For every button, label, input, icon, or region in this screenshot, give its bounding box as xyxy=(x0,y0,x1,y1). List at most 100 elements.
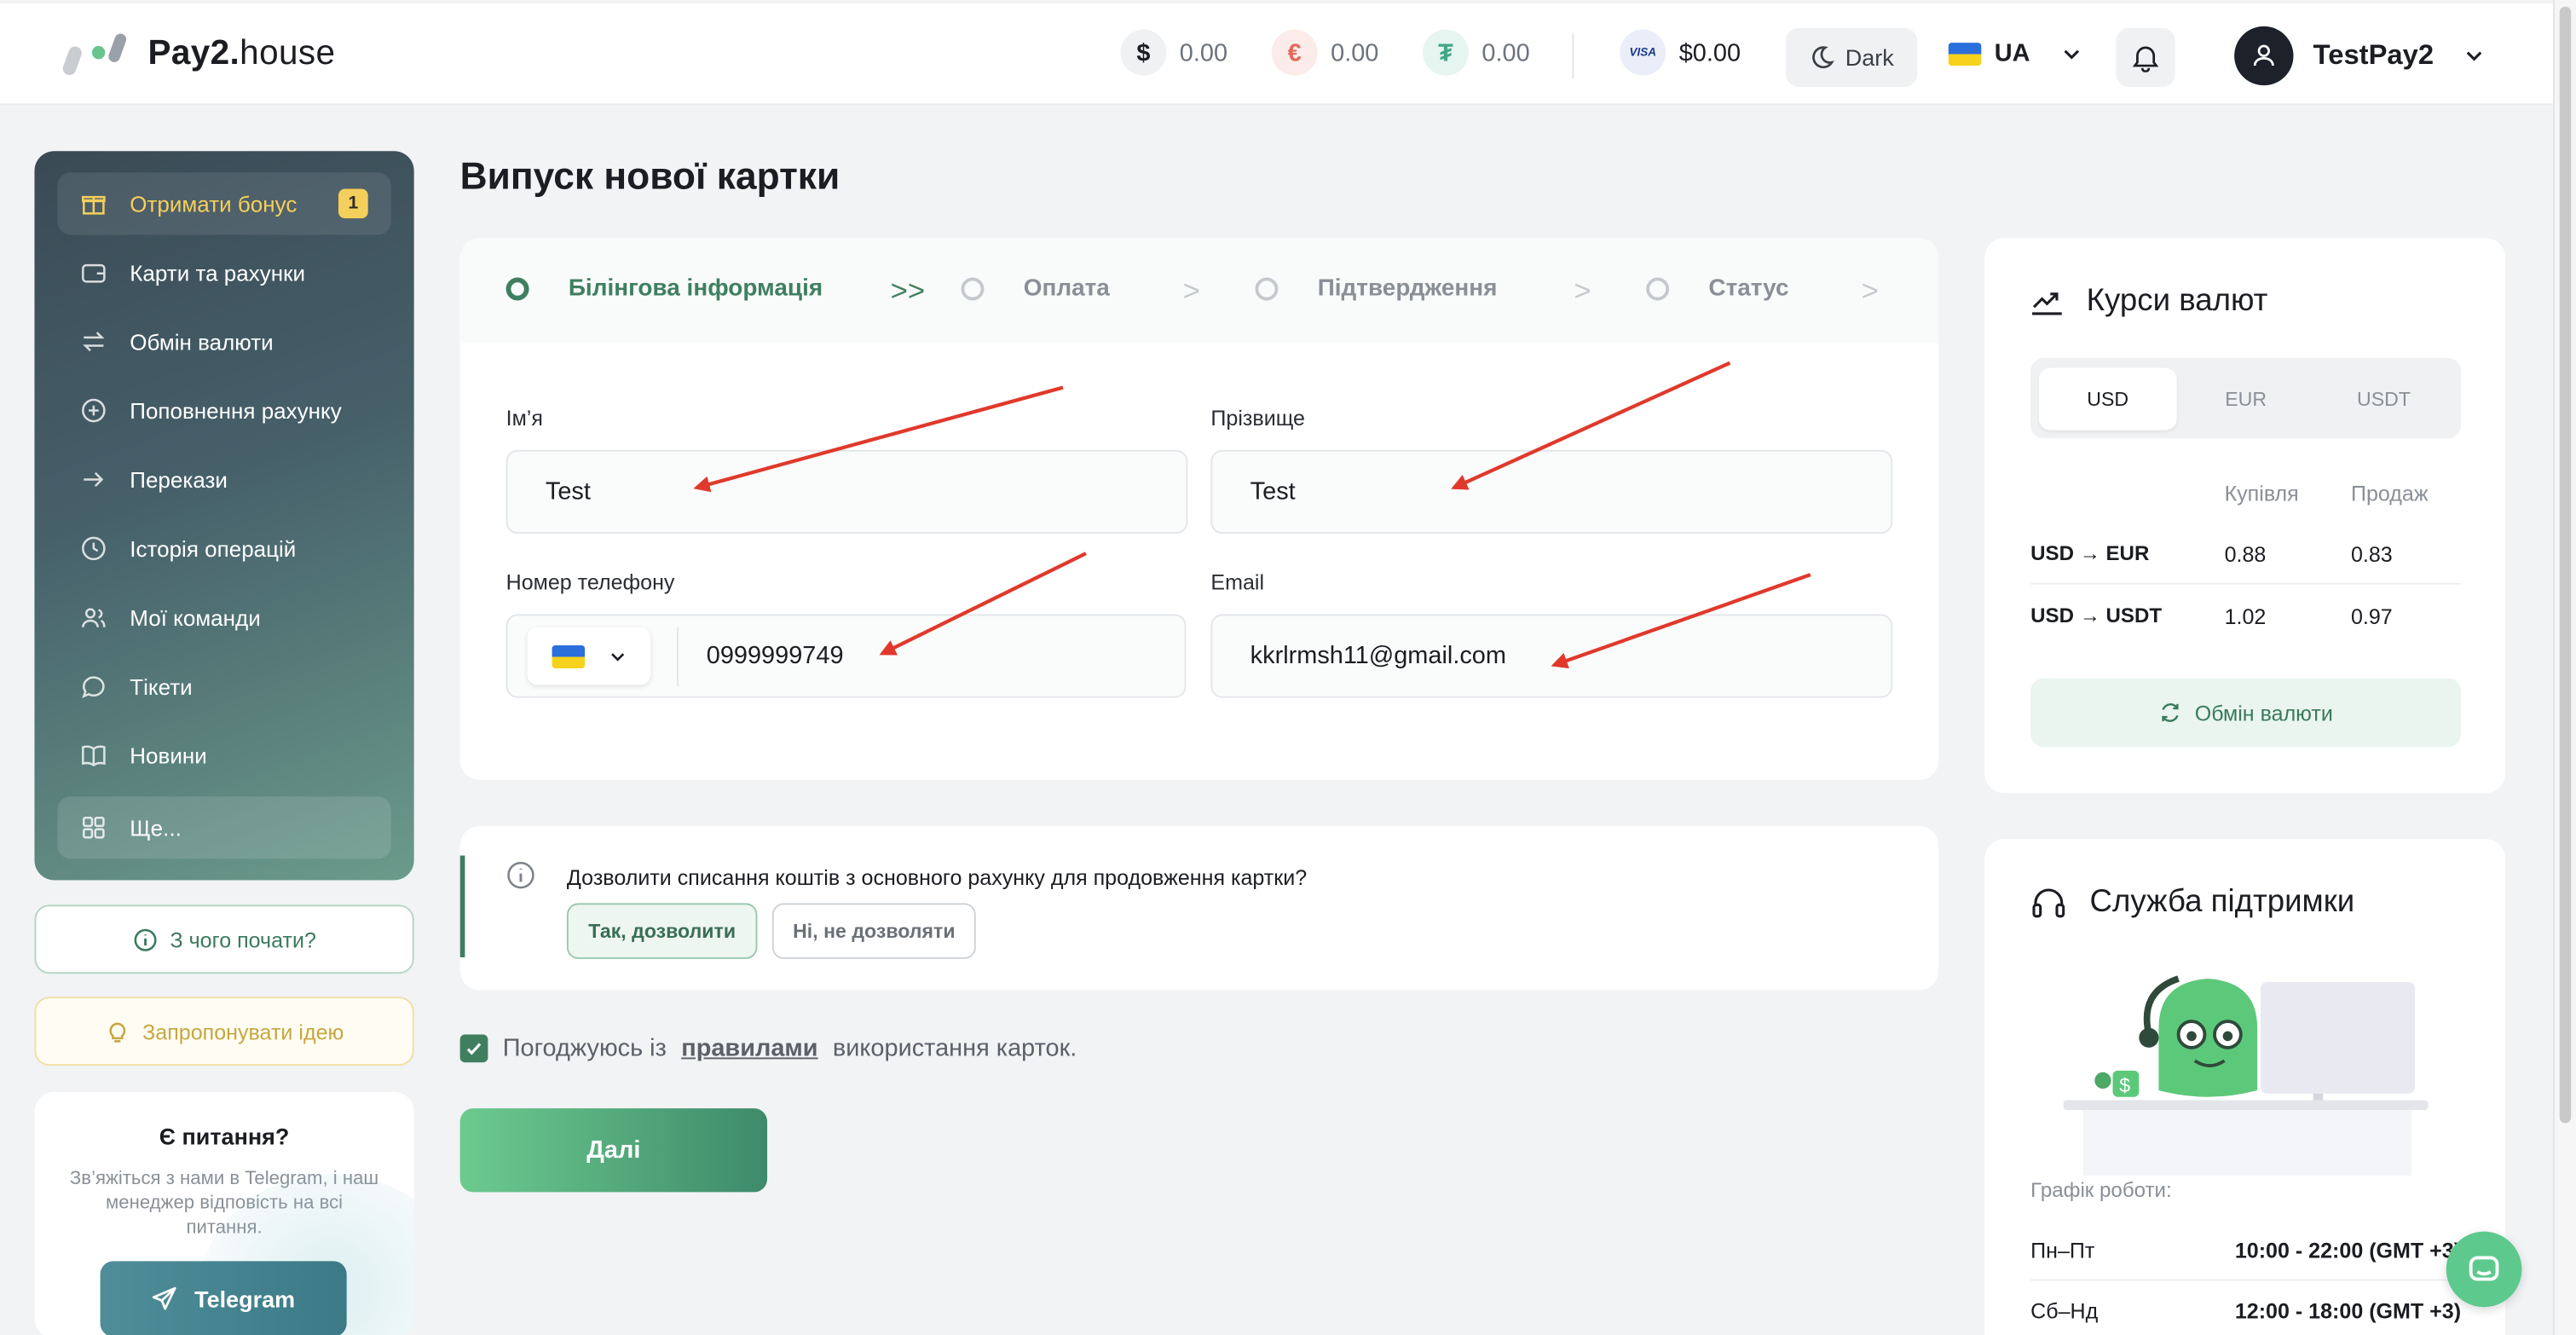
step-circle-icon xyxy=(961,277,985,301)
theme-toggle-label: Dark xyxy=(1845,44,1894,71)
step-confirmation[interactable]: Підтвердження xyxy=(1255,276,1497,302)
refresh-icon xyxy=(2162,703,2179,722)
first-name-field[interactable]: Test xyxy=(505,449,1188,535)
page-scrollbar[interactable] xyxy=(2553,0,2576,1335)
chat-widget-button[interactable] xyxy=(2446,1231,2522,1308)
headset-icon xyxy=(2032,888,2065,918)
chat-icon xyxy=(80,673,107,700)
support-mascot-illustration: $ xyxy=(2063,975,2429,1176)
support-title-label: Служба підтримки xyxy=(2089,885,2355,920)
questions-card: Є питання? Зв’яжіться з нами в Telegram,… xyxy=(34,1091,414,1335)
exchange-currency-button[interactable]: Обмін валюти xyxy=(2030,678,2462,748)
auto-debit-card: Дозволити списання коштів з основного ра… xyxy=(459,825,1939,991)
sidebar-item-history[interactable]: Історія операцій xyxy=(57,517,390,580)
sidebar-item-label: Отримати бонус xyxy=(130,191,297,217)
table-row: USD → EUR 0.88 0.83 xyxy=(2030,523,2461,585)
language-label: UA xyxy=(1994,39,2030,67)
balance-visa-value: $0.00 xyxy=(1678,38,1741,67)
sidebar-item-news[interactable]: Новини xyxy=(57,724,390,786)
questions-text: Зв’яжіться з нами в Telegram, і наш мене… xyxy=(69,1169,379,1239)
step-label: Білінгова інформація xyxy=(568,275,823,303)
step-payment[interactable]: Оплата xyxy=(961,276,1110,302)
hours-time: 10:00 - 22:00 (GMT +3) xyxy=(2234,1238,2462,1263)
suggest-idea-button[interactable]: Запропонувати ідею xyxy=(34,997,414,1066)
logo-main: Pay2. xyxy=(147,34,240,72)
getting-started-button[interactable]: З чого почати? xyxy=(34,904,414,974)
user-menu[interactable]: TestPay2 xyxy=(2234,26,2486,86)
telegram-button[interactable]: Telegram xyxy=(100,1261,347,1335)
chevron-right-icon: > xyxy=(1861,274,1879,308)
tab-usdt[interactable]: USDT xyxy=(2315,367,2453,430)
top-bar: Pay2.house $ 0.00 € 0.00 ₮ 0.00 VISA $0.… xyxy=(0,3,2554,106)
sidebar-item-label: Історія операцій xyxy=(130,535,297,561)
exchange-rates-card: Курси валют USD EUR USDT Купівля Продаж … xyxy=(1984,238,2506,794)
balance-visa[interactable]: VISA $0.00 xyxy=(1620,29,1741,76)
deny-debit-button[interactable]: Ні, не дозволяти xyxy=(771,903,976,959)
lightbulb-icon xyxy=(108,1021,125,1042)
header-divider xyxy=(1572,32,1574,79)
chevron-down-icon xyxy=(610,652,624,661)
sidebar: Отримати бонус 1 Карти та рахунки Обмін … xyxy=(34,151,414,881)
tab-eur[interactable]: EUR xyxy=(2177,367,2315,430)
sidebar-item-transfers[interactable]: Перекази xyxy=(57,448,390,511)
working-hours-label: Графік роботи: xyxy=(2030,1179,2172,1202)
tether-coin-icon: ₮ xyxy=(1423,29,1470,76)
telegram-label: Telegram xyxy=(194,1286,296,1313)
ukraine-flag-icon xyxy=(1948,42,1982,66)
gift-icon xyxy=(80,190,107,217)
grid-icon xyxy=(80,814,107,841)
sidebar-item-tickets[interactable]: Тікети xyxy=(57,656,390,718)
email-label: Email xyxy=(1210,569,1265,595)
step-status[interactable]: Статус xyxy=(1646,276,1789,302)
users-icon xyxy=(80,604,107,631)
sidebar-item-teams[interactable]: Мої команди xyxy=(57,587,390,649)
step-circle-icon xyxy=(505,277,529,301)
phone-input[interactable]: 0999999749 xyxy=(707,642,844,670)
support-card: Служба підтримки $ Графік роботи: Пн–Пт … xyxy=(1984,839,2506,1335)
send-icon xyxy=(153,1286,177,1310)
ukraine-flag-icon xyxy=(551,644,585,668)
moon-icon xyxy=(1812,46,1835,69)
sidebar-item-topup[interactable]: Поповнення рахунку xyxy=(57,379,390,442)
balance-usd-value: 0.00 xyxy=(1179,38,1228,67)
sidebar-item-cards[interactable]: Карти та рахунки xyxy=(57,241,390,303)
step-billing[interactable]: Білінгова інформація xyxy=(505,275,823,303)
tab-usd[interactable]: USD xyxy=(2038,367,2177,430)
rates-title-label: Курси валют xyxy=(2086,284,2268,319)
stepper: Білінгова інформація >> Оплата > Підтвер… xyxy=(459,238,1939,344)
exchange-icon xyxy=(80,328,107,355)
scrollbar-thumb[interactable] xyxy=(2559,6,2572,1124)
user-icon xyxy=(2253,44,2274,66)
sidebar-item-bonus[interactable]: Отримати бонус 1 xyxy=(57,172,391,235)
country-code-select[interactable] xyxy=(527,627,651,685)
logo[interactable]: Pay2.house xyxy=(62,33,335,76)
balance-usdt[interactable]: ₮ 0.00 xyxy=(1423,29,1530,76)
step-circle-icon xyxy=(1255,277,1279,301)
list-item: Пн–Пт 10:00 - 22:00 (GMT +3) xyxy=(2030,1238,2461,1263)
email-field[interactable]: kkrlrmsh11@gmail.com xyxy=(1210,614,1893,698)
phone-divider xyxy=(677,626,679,686)
language-select[interactable]: UA xyxy=(1948,39,2082,67)
auto-debit-question: Дозволити списання коштів з основного ра… xyxy=(566,865,1308,891)
theme-toggle-button[interactable]: Dark xyxy=(1785,27,1918,88)
allow-debit-button[interactable]: Так, дозволити xyxy=(566,903,758,959)
sell-column-header: Продаж xyxy=(2350,481,2429,506)
notifications-button[interactable] xyxy=(2116,27,2175,88)
balance-usd[interactable]: $ 0.00 xyxy=(1120,29,1228,76)
next-button[interactable]: Далі xyxy=(459,1108,768,1193)
sidebar-item-label: Тікети xyxy=(130,673,193,699)
arrow-right-icon xyxy=(80,466,107,493)
rate-buy: 1.02 xyxy=(2224,603,2267,628)
sidebar-item-more[interactable]: Ще... xyxy=(57,796,391,859)
chevron-down-icon xyxy=(2467,51,2483,61)
terms-checkbox[interactable] xyxy=(459,1034,488,1063)
euro-coin-icon: € xyxy=(1271,29,1318,76)
exchange-currency-label: Обмін валюти xyxy=(2194,700,2333,725)
last-name-field[interactable]: Test xyxy=(1210,449,1893,535)
page-title: Випуск нової картки xyxy=(459,154,840,198)
terms-link[interactable]: правилами xyxy=(681,1035,817,1063)
clock-icon xyxy=(80,535,107,562)
sidebar-item-exchange[interactable]: Обмін валюти xyxy=(57,310,390,373)
balance-eur[interactable]: € 0.00 xyxy=(1271,29,1378,76)
getting-started-label: З чого почати? xyxy=(170,927,316,952)
